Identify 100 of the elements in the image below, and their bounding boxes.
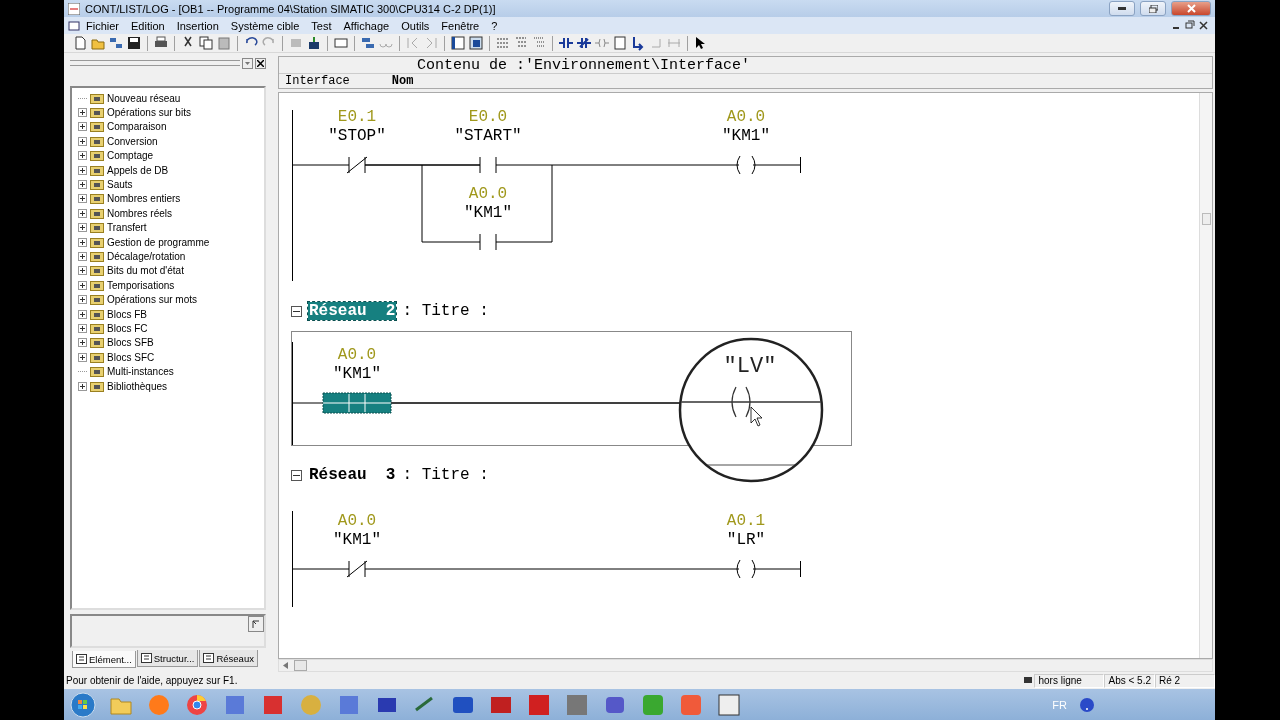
save-icon[interactable] — [126, 35, 142, 51]
window-icon[interactable] — [450, 35, 466, 51]
tree-item[interactable]: Bits du mot d'état — [107, 265, 184, 277]
tree-item[interactable]: Conversion — [107, 135, 158, 147]
normally-open-contact[interactable] — [479, 156, 497, 174]
tree-item[interactable]: Gestion de programme — [107, 236, 210, 248]
collapse-button[interactable] — [291, 469, 302, 481]
plus-icon — [79, 267, 86, 275]
menu-item[interactable]: ? — [485, 19, 504, 32]
output-coil[interactable] — [736, 155, 756, 175]
expand-button[interactable] — [78, 295, 87, 305]
menu-item[interactable]: Fichier — [80, 19, 125, 32]
tree-item[interactable]: Blocs FB — [107, 308, 147, 320]
tree-item[interactable]: Transfert — [107, 222, 147, 234]
expand-button[interactable] — [78, 266, 87, 276]
branch-open-icon[interactable] — [630, 35, 646, 51]
pin-button[interactable] — [248, 616, 264, 632]
close-button[interactable] — [255, 57, 266, 69]
menu-item[interactable]: Outils — [395, 19, 436, 32]
folder-icon — [90, 308, 104, 320]
expand-button[interactable] — [78, 252, 87, 261]
menu-item[interactable]: Insertion — [170, 19, 225, 32]
expand-button[interactable] — [78, 381, 87, 391]
panel-tab[interactable]: Structur... — [136, 650, 199, 667]
tree-item[interactable]: Temporisations — [107, 279, 175, 291]
network-heading[interactable]: Réseau 3 — [308, 466, 397, 484]
panel-tab[interactable]: Elément... — [72, 651, 136, 668]
minimize-button[interactable] — [1109, 1, 1135, 16]
help-icon[interactable] — [1079, 696, 1095, 713]
normally-open-contact[interactable] — [479, 233, 497, 251]
menu-item[interactable]: Affichage — [337, 19, 396, 32]
symbol-label: "KM1" — [333, 531, 381, 549]
scroll-thumb[interactable] — [1202, 213, 1211, 225]
expand-button[interactable] — [78, 108, 87, 118]
monitor-icon[interactable] — [333, 35, 349, 51]
operand-address: E0.0 — [468, 108, 508, 126]
folder-icon — [90, 207, 104, 219]
tree-item[interactable]: Comparaison — [107, 121, 167, 133]
contact-icon[interactable] — [558, 35, 574, 51]
expand-button[interactable] — [78, 165, 87, 175]
close-icon[interactable] — [1197, 19, 1211, 32]
closed-contact-icon[interactable] — [576, 35, 592, 51]
selected-contact[interactable] — [322, 392, 392, 414]
app-icon[interactable] — [716, 691, 742, 718]
tree-item[interactable]: Blocs SFC — [107, 351, 155, 363]
tree-item[interactable]: Appels de DB — [107, 164, 169, 176]
menu-item[interactable]: Edition — [125, 19, 171, 32]
expand-button[interactable] — [78, 323, 87, 333]
expand-button[interactable] — [78, 338, 87, 348]
folder-icon — [90, 380, 104, 392]
collapse-button[interactable] — [291, 305, 302, 317]
tree-item[interactable]: Bibliothèques — [107, 380, 168, 392]
scroll-thumb[interactable] — [294, 660, 307, 671]
operand-address: E0.1 — [337, 108, 377, 126]
panel-tab[interactable]: Réseaux — [199, 650, 258, 667]
output-coil[interactable] — [731, 386, 751, 418]
tree-item[interactable]: Multi-instances — [107, 366, 174, 378]
tree-item[interactable]: Nouveau réseau — [107, 92, 181, 104]
expand-button[interactable] — [78, 280, 87, 290]
list-icon[interactable] — [495, 35, 511, 51]
expand-button[interactable] — [78, 194, 87, 204]
normally-closed-contact[interactable] — [346, 560, 368, 578]
copy-icon[interactable] — [198, 35, 214, 51]
tree-item[interactable]: Interface — [285, 74, 350, 88]
expand-button[interactable] — [78, 180, 87, 190]
scroll-left-icon[interactable] — [283, 662, 288, 669]
menu-item[interactable]: Test — [305, 19, 338, 32]
tree-item[interactable]: Sauts — [107, 179, 133, 191]
network-icon[interactable] — [108, 35, 124, 51]
expand-button[interactable] — [78, 122, 87, 132]
expand-button[interactable] — [78, 223, 87, 233]
normally-closed-contact[interactable] — [346, 156, 368, 174]
start-orb[interactable] — [70, 691, 96, 718]
tree-item[interactable]: Blocs SFB — [107, 337, 154, 349]
tree-item[interactable]: Opérations sur bits — [107, 107, 191, 119]
tree-item[interactable]: Nombres entiers — [107, 193, 181, 205]
output-coil[interactable] — [736, 559, 756, 579]
restore-button[interactable] — [1140, 1, 1166, 16]
network-heading[interactable]: Réseau 2 — [308, 302, 397, 320]
expand-button[interactable] — [78, 136, 87, 146]
menu-item[interactable]: Fenêtre — [435, 19, 486, 32]
expand-button[interactable] — [78, 151, 87, 161]
expand-button[interactable] — [78, 208, 87, 218]
document-icon[interactable] — [68, 20, 80, 31]
expand-button[interactable] — [78, 352, 87, 362]
tree-item[interactable]: Nombres réels — [107, 207, 173, 219]
operand-address: A0.0 — [726, 108, 766, 126]
dropdown-button[interactable] — [242, 57, 253, 69]
expand-button[interactable] — [78, 309, 87, 319]
tree-item[interactable]: Comptage — [107, 150, 154, 162]
menu-item[interactable]: Système cible — [224, 19, 306, 32]
restore-icon[interactable] — [1183, 19, 1197, 32]
tree-item[interactable]: Décalage/rotation — [107, 251, 186, 262]
tree-item[interactable]: Opérations sur mots — [107, 294, 198, 306]
window-split-icon[interactable] — [468, 35, 484, 51]
tree-item[interactable]: Blocs FC — [107, 322, 148, 334]
module-icon[interactable] — [360, 35, 376, 51]
list-icon — [203, 653, 215, 663]
expand-button[interactable] — [78, 237, 87, 247]
upload-icon[interactable] — [306, 35, 322, 51]
